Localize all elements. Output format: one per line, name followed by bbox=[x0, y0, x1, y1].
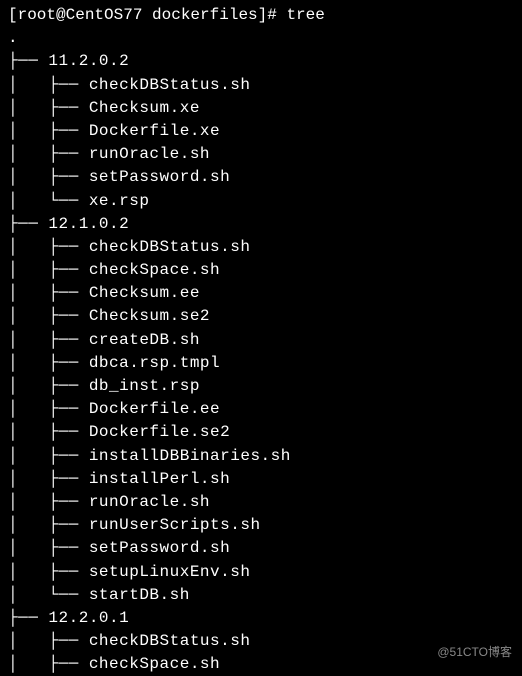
tree-prefix: │ ├── bbox=[8, 331, 89, 349]
tree-entry-name: installDBBinaries.sh bbox=[89, 447, 291, 465]
tree-prefix: │ ├── bbox=[8, 447, 89, 465]
tree-line: │ ├── checkSpace.sh bbox=[8, 259, 514, 282]
tree-line: │ ├── Dockerfile.xe bbox=[8, 120, 514, 143]
tree-entry-name: checkDBStatus.sh bbox=[89, 632, 251, 650]
tree-line: ├── 11.2.0.2 bbox=[8, 50, 514, 73]
tree-entry-name: db_inst.rsp bbox=[89, 377, 200, 395]
tree-line: │ ├── Checksum.se2 bbox=[8, 305, 514, 328]
tree-entry-name: xe.rsp bbox=[89, 192, 150, 210]
terminal-prompt: [root@CentOS77 dockerfiles]# tree bbox=[8, 4, 514, 27]
tree-line: │ ├── installPerl.sh bbox=[8, 468, 514, 491]
tree-prefix: │ ├── bbox=[8, 99, 89, 117]
tree-line: │ ├── runOracle.sh bbox=[8, 491, 514, 514]
tree-line: ├── 12.2.0.1 bbox=[8, 607, 514, 630]
tree-prefix: │ ├── bbox=[8, 307, 89, 325]
tree-root-dot: . bbox=[8, 27, 514, 50]
tree-entry-name: Checksum.ee bbox=[89, 284, 200, 302]
tree-line: │ ├── Dockerfile.ee bbox=[8, 398, 514, 421]
tree-prefix: │ ├── bbox=[8, 238, 89, 256]
tree-entry-name: checkDBStatus.sh bbox=[89, 238, 251, 256]
tree-prefix: │ ├── bbox=[8, 122, 89, 140]
tree-line: │ ├── checkDBStatus.sh bbox=[8, 236, 514, 259]
watermark: @51CTO博客 bbox=[437, 644, 512, 661]
tree-prefix: │ ├── bbox=[8, 400, 89, 418]
tree-line: ├── 12.1.0.2 bbox=[8, 213, 514, 236]
tree-entry-name: startDB.sh bbox=[89, 586, 190, 604]
tree-line: │ ├── Checksum.xe bbox=[8, 97, 514, 120]
tree-entry-name: checkSpace.sh bbox=[89, 655, 220, 673]
tree-entry-name: 12.2.0.1 bbox=[48, 609, 129, 627]
tree-line: │ └── xe.rsp bbox=[8, 190, 514, 213]
tree-prefix: │ ├── bbox=[8, 539, 89, 557]
tree-prefix: │ ├── bbox=[8, 261, 89, 279]
tree-line: │ ├── Checksum.ee bbox=[8, 282, 514, 305]
tree-entry-name: runUserScripts.sh bbox=[89, 516, 261, 534]
tree-entry-name: setupLinuxEnv.sh bbox=[89, 563, 251, 581]
tree-prefix: ├── bbox=[8, 52, 48, 70]
tree-entry-name: 12.1.0.2 bbox=[48, 215, 129, 233]
tree-line: │ ├── setPassword.sh bbox=[8, 537, 514, 560]
tree-prefix: │ ├── bbox=[8, 354, 89, 372]
tree-prefix: │ ├── bbox=[8, 168, 89, 186]
tree-entry-name: Checksum.xe bbox=[89, 99, 200, 117]
tree-line: │ ├── checkDBStatus.sh bbox=[8, 74, 514, 97]
tree-prefix: │ ├── bbox=[8, 516, 89, 534]
tree-line: │ ├── setupLinuxEnv.sh bbox=[8, 561, 514, 584]
tree-entry-name: setPassword.sh bbox=[89, 539, 230, 557]
tree-entry-name: Dockerfile.se2 bbox=[89, 423, 230, 441]
tree-entry-name: createDB.sh bbox=[89, 331, 200, 349]
tree-line: │ ├── dbca.rsp.tmpl bbox=[8, 352, 514, 375]
tree-entry-name: Dockerfile.ee bbox=[89, 400, 220, 418]
tree-output: ├── 11.2.0.2│ ├── checkDBStatus.sh│ ├── … bbox=[8, 50, 514, 676]
tree-line: │ └── startDB.sh bbox=[8, 584, 514, 607]
tree-prefix: │ ├── bbox=[8, 377, 89, 395]
tree-prefix: ├── bbox=[8, 215, 48, 233]
tree-prefix: ├── bbox=[8, 609, 48, 627]
tree-line: │ ├── createDB.sh bbox=[8, 329, 514, 352]
tree-line: │ ├── db_inst.rsp bbox=[8, 375, 514, 398]
tree-line: │ ├── installDBBinaries.sh bbox=[8, 445, 514, 468]
tree-prefix: │ ├── bbox=[8, 76, 89, 94]
tree-line: │ ├── setPassword.sh bbox=[8, 166, 514, 189]
tree-prefix: │ ├── bbox=[8, 655, 89, 673]
tree-entry-name: checkSpace.sh bbox=[89, 261, 220, 279]
tree-prefix: │ ├── bbox=[8, 423, 89, 441]
tree-prefix: │ ├── bbox=[8, 493, 89, 511]
tree-prefix: │ ├── bbox=[8, 632, 89, 650]
tree-entry-name: installPerl.sh bbox=[89, 470, 230, 488]
tree-prefix: │ ├── bbox=[8, 563, 89, 581]
tree-entry-name: dbca.rsp.tmpl bbox=[89, 354, 220, 372]
tree-prefix: │ ├── bbox=[8, 145, 89, 163]
tree-entry-name: 11.2.0.2 bbox=[48, 52, 129, 70]
tree-entry-name: runOracle.sh bbox=[89, 493, 210, 511]
tree-prefix: │ └── bbox=[8, 192, 89, 210]
tree-entry-name: runOracle.sh bbox=[89, 145, 210, 163]
tree-line: │ ├── Dockerfile.se2 bbox=[8, 421, 514, 444]
tree-entry-name: checkDBStatus.sh bbox=[89, 76, 251, 94]
tree-entry-name: setPassword.sh bbox=[89, 168, 230, 186]
tree-prefix: │ ├── bbox=[8, 284, 89, 302]
tree-line: │ ├── runUserScripts.sh bbox=[8, 514, 514, 537]
tree-entry-name: Checksum.se2 bbox=[89, 307, 210, 325]
tree-line: │ ├── runOracle.sh bbox=[8, 143, 514, 166]
tree-prefix: │ ├── bbox=[8, 470, 89, 488]
tree-prefix: │ └── bbox=[8, 586, 89, 604]
tree-entry-name: Dockerfile.xe bbox=[89, 122, 220, 140]
